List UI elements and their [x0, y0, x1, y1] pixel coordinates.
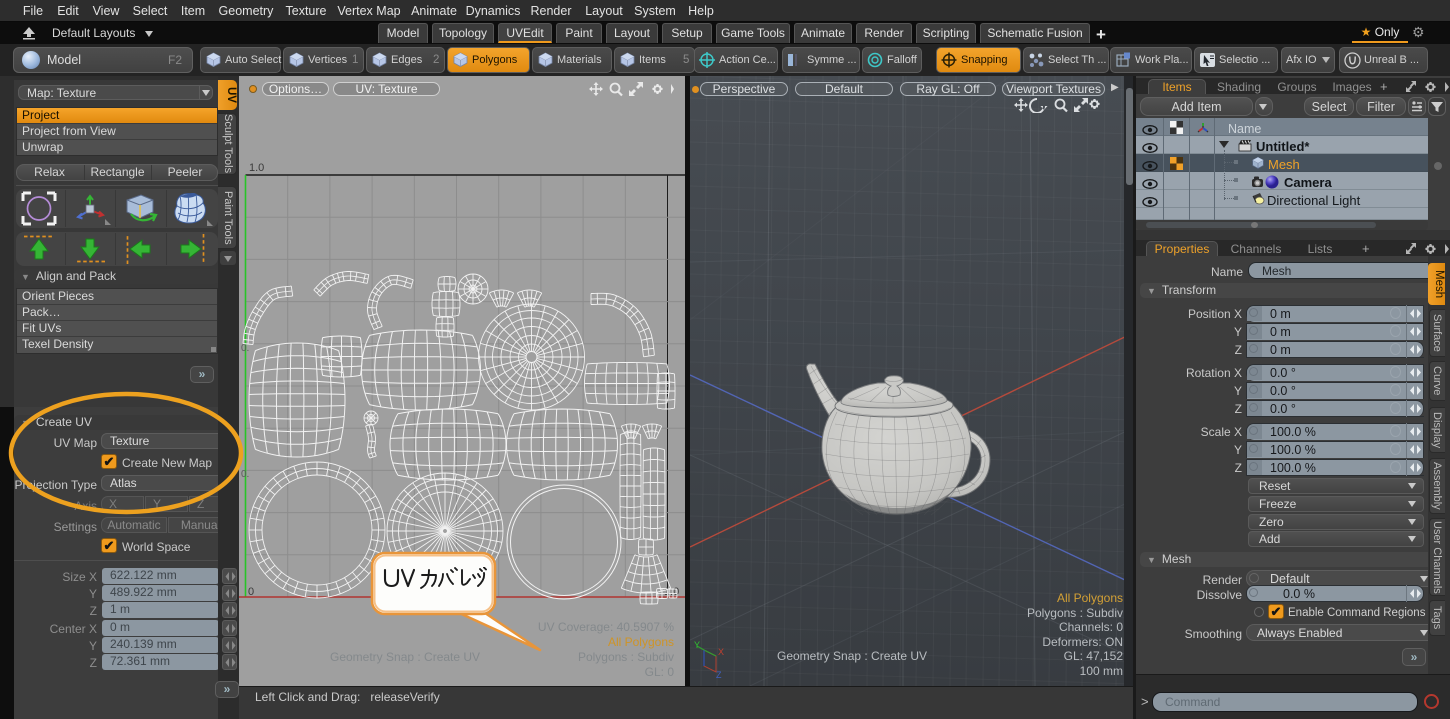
- svg-text:Y: Y: [694, 640, 700, 650]
- svg-text:X: X: [718, 647, 724, 657]
- svg-text:Z: Z: [716, 670, 722, 680]
